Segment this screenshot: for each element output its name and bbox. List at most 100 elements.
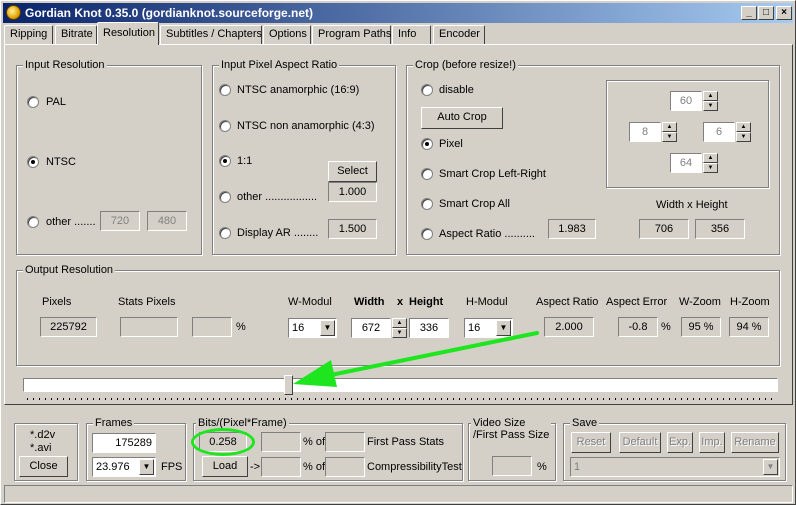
tab-encoder[interactable]: Encoder	[433, 25, 485, 44]
display-ar-field[interactable]: 1.500	[328, 219, 377, 239]
maximize-button[interactable]: □	[758, 6, 774, 20]
close-button[interactable]: Close	[19, 456, 68, 477]
other-ar-radio[interactable]	[219, 191, 231, 203]
aspect-error-label: Aspect Error	[606, 296, 668, 308]
output-resolution-group: Output Resolution Pixels 225792 Stats Pi…	[16, 264, 780, 366]
chevron-down-icon[interactable]: ▼	[139, 459, 154, 475]
video-size-group: Video Size/First Pass Size %	[468, 417, 556, 481]
height-label: Height	[409, 296, 444, 308]
chevron-down-icon[interactable]: ▼	[320, 320, 335, 336]
crop-bottom-field[interactable]: 64	[670, 153, 702, 173]
tab-subtitles-chapters[interactable]: Subtitles / Chapters	[160, 25, 262, 44]
crop-left-spinner[interactable]: ▲ ▼	[662, 122, 677, 142]
compress-of-label: % of	[303, 461, 326, 473]
default-button[interactable]: Default	[619, 432, 661, 453]
crop-bottom-spinner[interactable]: ▲ ▼	[703, 153, 718, 173]
crop-aspect-ratio-radio[interactable]	[421, 228, 433, 240]
pal-radio[interactable]	[27, 96, 39, 108]
status-bar	[4, 485, 793, 503]
w-zoom-field: 95 %	[681, 317, 721, 337]
load-arrow: ->	[250, 461, 261, 473]
ar-1-1-radio[interactable]	[219, 155, 231, 167]
chevron-down-icon[interactable]: ▼	[763, 459, 778, 475]
rename-button[interactable]: Rename	[731, 432, 779, 453]
frames-field[interactable]: 175289	[92, 433, 156, 453]
crop-aspect-ratio-field[interactable]: 1.983	[548, 219, 596, 239]
smart-crop-lr-label: Smart Crop Left-Right	[439, 168, 546, 180]
crop-right-field[interactable]: 6	[703, 122, 735, 142]
select-button[interactable]: Select	[328, 161, 377, 182]
frames-title: Frames	[93, 417, 135, 429]
chevron-down-icon[interactable]: ▼	[496, 320, 511, 336]
first-pass-of-label: % of	[303, 436, 326, 448]
resolution-panel: Input Resolution PAL NTSC other ....... …	[4, 44, 793, 405]
crop-pixel-radio[interactable]	[421, 138, 433, 150]
aspect-error-field: -0.8	[618, 317, 658, 337]
fps-value: 23.976	[96, 461, 130, 473]
reset-button[interactable]: Reset	[571, 432, 611, 453]
files-group: *.d2v *.avi Close	[14, 423, 78, 481]
output-width-spinner[interactable]: ▲ ▼	[392, 318, 407, 338]
crop-left-field[interactable]: 8	[629, 122, 661, 142]
display-ar-radio[interactable]	[219, 227, 231, 239]
smart-crop-all-radio[interactable]	[421, 198, 433, 210]
preview-slider-thumb[interactable]	[283, 375, 293, 395]
pal-label: PAL	[46, 96, 66, 108]
title-bar[interactable]: Gordian Knot 0.35.0 (gordianknot.sourcef…	[3, 3, 793, 23]
crop-disable-radio[interactable]	[421, 84, 433, 96]
crop-pixel-label: Pixel	[439, 138, 463, 150]
import-button[interactable]: Imp.	[699, 432, 725, 453]
crop-disable-label: disable	[439, 84, 474, 96]
video-size-title: Video Size/First Pass Size	[471, 417, 552, 441]
pixel-aspect-ratio-group: Input Pixel Aspect Ratio NTSC anamorphic…	[212, 59, 396, 255]
smart-crop-lr-radio[interactable]	[421, 168, 433, 180]
other-width-field[interactable]: 720	[100, 211, 140, 231]
video-size-title-line2: /First Pass Size	[473, 429, 550, 441]
fps-label: FPS	[161, 461, 183, 473]
preview-slider-track[interactable]	[23, 378, 778, 392]
display-ar-label: Display AR ........	[237, 227, 319, 239]
crop-title: Crop (before resize!)	[413, 59, 518, 71]
bits-group: Bits/(Pixel*Frame) 0.258 % of First Pass…	[191, 417, 463, 481]
ntsc-anamorphic-radio[interactable]	[219, 84, 231, 96]
ntsc-non-anamorphic-label: NTSC non anamorphic (4:3)	[237, 120, 375, 132]
output-width-field[interactable]: 672	[351, 318, 391, 338]
first-pass-stats-label: First Pass Stats	[367, 436, 445, 448]
save-slot-select[interactable]: 1 ▼	[570, 457, 780, 477]
crop-width-field: 706	[639, 219, 689, 239]
auto-crop-button[interactable]: Auto Crop	[421, 107, 503, 129]
ntsc-non-anamorphic-radio[interactable]	[219, 120, 231, 132]
width-label: Width	[354, 296, 385, 308]
other-resolution-radio[interactable]	[27, 216, 39, 228]
first-pass-percent-field	[261, 432, 301, 452]
tab-ripping[interactable]: Ripping	[4, 25, 53, 44]
other-resolution-label: other .......	[46, 216, 96, 228]
ntsc-radio[interactable]	[27, 156, 39, 168]
tab-options[interactable]: Options	[263, 25, 311, 44]
close-window-button[interactable]: ×	[776, 6, 792, 20]
load-button[interactable]: Load	[202, 456, 248, 477]
crop-right-spinner[interactable]: ▲ ▼	[736, 122, 751, 142]
save-group: Save Reset Default Exp. Imp. Rename 1 ▼	[563, 417, 786, 481]
tab-program-paths[interactable]: Program Paths	[312, 25, 391, 44]
fps-select[interactable]: 23.976 ▼	[92, 457, 156, 477]
tab-info[interactable]: Info	[392, 25, 431, 44]
other-ar-field[interactable]: 1.000	[328, 182, 377, 202]
h-modul-select[interactable]: 16 ▼	[464, 318, 513, 338]
stats-pixels-label: Stats Pixels	[118, 296, 176, 308]
stats-pixels-field	[120, 317, 178, 337]
output-height-field[interactable]: 336	[409, 318, 449, 338]
tab-bitrate[interactable]: Bitrate	[55, 25, 97, 44]
w-modul-select[interactable]: 16 ▼	[288, 318, 337, 338]
avi-label: *.avi	[30, 442, 52, 454]
other-height-field[interactable]: 480	[147, 211, 187, 231]
minimize-button[interactable]: _	[741, 6, 757, 20]
ntsc-anamorphic-label: NTSC anamorphic (16:9)	[237, 84, 360, 96]
w-modul-value: 16	[292, 322, 305, 334]
width-x-height-separator: x	[397, 296, 404, 308]
tab-resolution[interactable]: Resolution	[97, 22, 159, 45]
first-pass-value-field	[325, 432, 365, 452]
crop-top-spinner[interactable]: ▲ ▼	[703, 91, 718, 111]
export-button[interactable]: Exp.	[667, 432, 693, 453]
crop-top-field[interactable]: 60	[670, 91, 702, 111]
